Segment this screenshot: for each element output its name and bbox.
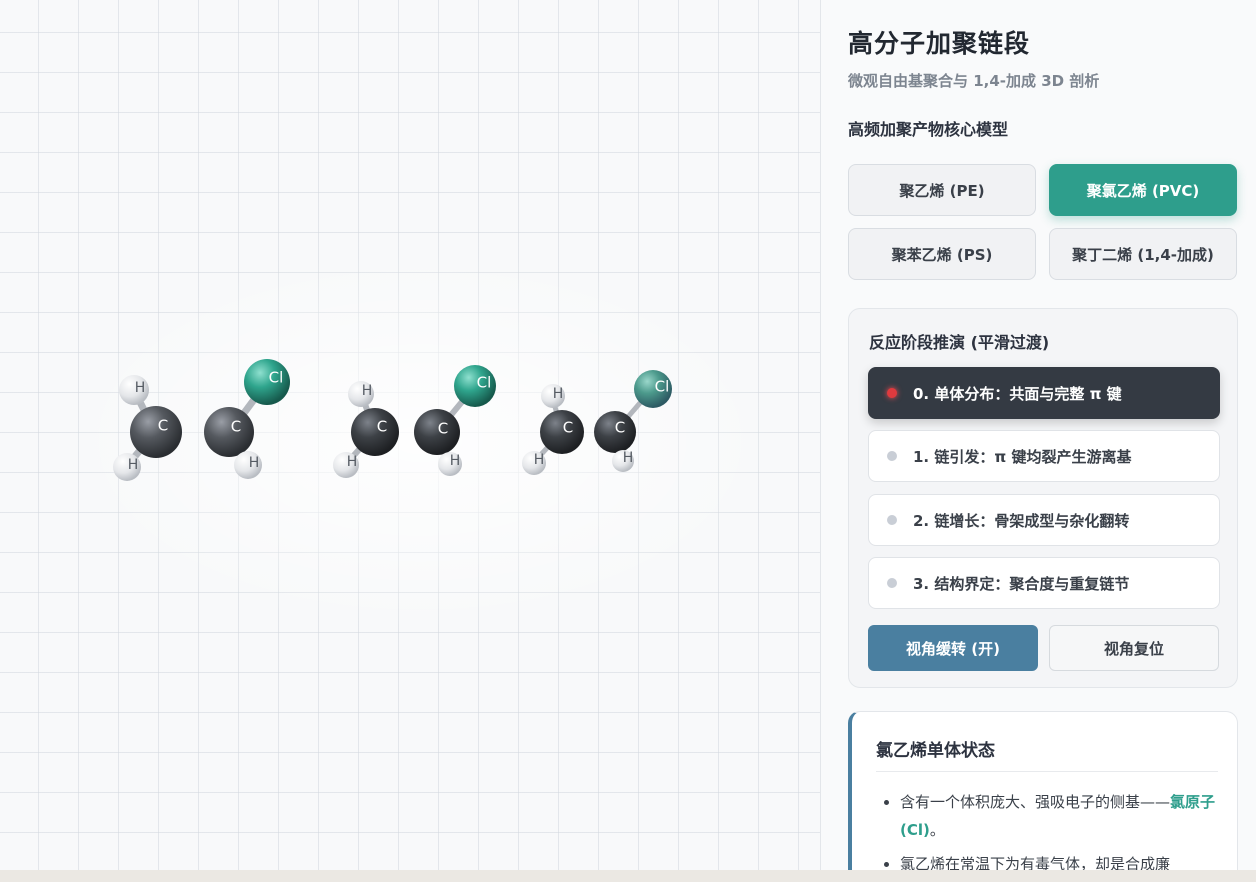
atom-label-cl: Cl (477, 374, 492, 392)
atom-label-cl: Cl (655, 378, 670, 396)
atom-label-h: H (347, 454, 358, 470)
stage-step-label: 1. 链引发：π 键均裂产生游离基 (913, 447, 1132, 466)
list-item: 含有一个体积庞大、强吸电子的侧基——氯原子 (Cl)。 (900, 788, 1240, 844)
status-dot-icon (887, 578, 897, 588)
stage-step-label: 3. 结构界定：聚合度与重复链节 (913, 574, 1130, 593)
atom-label-c: C (438, 420, 448, 438)
atom-label-h: H (128, 457, 139, 473)
model-button-pe[interactable]: 聚乙烯 (PE) (848, 164, 1036, 216)
carbon-atom (351, 408, 399, 456)
list-item: 氯乙烯在常温下为有毒气体，却是合成廉 (900, 850, 1240, 870)
atom-label-c: C (231, 418, 241, 436)
atom-label-cl: Cl (269, 369, 284, 387)
model-button-pvc[interactable]: 聚氯乙烯 (PVC) (1049, 164, 1237, 216)
stage-step-0[interactable]: 0. 单体分布：共面与完整 π 键 (868, 367, 1220, 419)
stage-step-2[interactable]: 2. 链增长：骨架成型与杂化翻转 (868, 494, 1220, 546)
info-title: 氯乙烯单体状态 (876, 741, 995, 761)
model-button-polybutadiene[interactable]: 聚丁二烯 (1,4-加成) (1049, 228, 1237, 280)
molecule-3: H C C Cl H H (522, 370, 672, 475)
molecule-2: H C C Cl H H (333, 365, 496, 478)
molecule-scene: H C C Cl H H H C C Cl H H H C C Cl H H (113, 359, 672, 481)
models-section-label: 高频加聚产物核心模型 (848, 120, 1009, 139)
status-dot-icon (887, 515, 897, 525)
stage-step-label: 2. 链增长：骨架成型与杂化翻转 (913, 511, 1130, 530)
3d-viewport[interactable]: H C C Cl H H H C C Cl H H H C C Cl H H (0, 0, 820, 870)
stage-step-3[interactable]: 3. 结构界定：聚合度与重复链节 (868, 557, 1220, 609)
molecule-1: H C C Cl H H (113, 359, 290, 481)
carbon-atom (204, 407, 254, 457)
atom-label-c: C (158, 417, 168, 435)
stages-title: 反应阶段推演 (平滑过渡) (869, 333, 1050, 352)
info-text: 。 (929, 821, 945, 839)
carbon-atom (130, 406, 182, 458)
atom-label-h: H (553, 386, 564, 402)
info-card: 氯乙烯单体状态 含有一个体积庞大、强吸电子的侧基——氯原子 (Cl)。 氯乙烯在… (848, 711, 1238, 870)
atom-label-h: H (362, 383, 373, 399)
control-panel: 高分子加聚链段 微观自由基聚合与 1,4-加成 3D 剖析 高频加聚产物核心模型… (820, 0, 1256, 870)
atom-label-c: C (563, 419, 573, 437)
info-text: 氯乙烯在常温下为有毒气体，却是合成廉 (900, 855, 1171, 870)
reaction-stages-card: 反应阶段推演 (平滑过渡) 0. 单体分布：共面与完整 π 键 1. 链引发：π… (848, 308, 1238, 688)
atom-label-h: H (534, 452, 545, 468)
atom-label-h: H (623, 450, 634, 466)
app-window: H C C Cl H H H C C Cl H H H C C Cl H H 高… (0, 0, 1256, 870)
info-text: 含有一个体积庞大、强吸电子的侧基—— (900, 793, 1171, 811)
auto-rotate-button[interactable]: 视角缓转 (开) (868, 625, 1038, 671)
status-dot-icon (887, 451, 897, 461)
atom-label-c: C (377, 418, 387, 436)
model-button-ps[interactable]: 聚苯乙烯 (PS) (848, 228, 1036, 280)
atom-label-c: C (615, 419, 625, 437)
stage-step-1[interactable]: 1. 链引发：π 键均裂产生游离基 (868, 430, 1220, 482)
atom-label-h: H (249, 455, 260, 471)
info-list: 含有一个体积庞大、强吸电子的侧基——氯原子 (Cl)。 氯乙烯在常温下为有毒气体… (876, 788, 1240, 870)
stage-step-label: 0. 单体分布：共面与完整 π 键 (913, 384, 1122, 403)
status-dot-icon (887, 388, 897, 398)
reset-view-button[interactable]: 视角复位 (1049, 625, 1219, 671)
panel-subtitle: 微观自由基聚合与 1,4-加成 3D 剖析 (848, 72, 1100, 90)
divider (876, 771, 1218, 772)
panel-title: 高分子加聚链段 (848, 29, 1031, 58)
atom-label-h: H (450, 453, 461, 469)
atom-label-h: H (135, 380, 146, 396)
window-bottom-edge (0, 870, 1256, 882)
